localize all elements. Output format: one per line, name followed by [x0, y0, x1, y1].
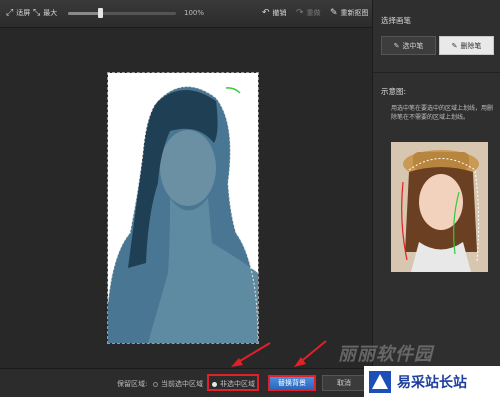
logo-icon	[369, 370, 391, 393]
undo-button[interactable]: ↶ 撤销	[262, 8, 287, 18]
maximize-icon: ⤡	[33, 7, 41, 18]
fit-screen-label: 适屏	[16, 9, 31, 17]
example-description: 用选中笔在要选中的区域上划线，用删除笔在不需要的区域上划线。	[391, 105, 494, 121]
radio-non-selection-label: 非选中区域	[220, 380, 255, 388]
select-pen-button[interactable]: ✎ 选中笔	[381, 36, 436, 55]
select-pen-title: 选择画笔	[381, 16, 411, 25]
cancel-button[interactable]: 取消	[322, 375, 366, 391]
watermark-site: 丽丽软件园	[338, 344, 433, 365]
radio-dot	[212, 381, 217, 387]
undo-icon: ↶	[262, 7, 270, 18]
zoom-value: 100%	[184, 9, 205, 17]
annotation-arrow-right	[294, 340, 327, 367]
max-size-label: 最大	[43, 9, 58, 17]
canvas-area[interactable]	[0, 28, 372, 368]
pen-selector: ✎ 选中笔 ✎ 删除笔	[381, 36, 494, 55]
pen-icon: ✎	[451, 41, 458, 50]
example-title: 示意图:	[381, 87, 407, 96]
radio-current-selection[interactable]: 当前选中区域	[153, 379, 203, 389]
photo-image	[108, 73, 258, 343]
logo-text: 易采站长站	[397, 374, 467, 391]
redraw-label: 重新抠图	[340, 9, 369, 17]
redo-label: 重做	[306, 9, 321, 17]
select-pen-label: 选中笔	[402, 41, 424, 50]
radio-non-selection[interactable]: 非选中区域	[212, 379, 255, 389]
delete-pen-button[interactable]: ✎ 删除笔	[439, 36, 494, 55]
zoom-slider-thumb[interactable]	[98, 8, 104, 18]
redraw-button[interactable]: ✎ 重新抠图	[330, 8, 369, 18]
fit-screen-icon: ⤢	[6, 7, 14, 18]
brush-icon: ✎	[330, 7, 338, 18]
zoom-slider-fill	[68, 12, 101, 15]
watermark-logo: 易采站长站	[364, 366, 500, 397]
radio-dot	[153, 381, 158, 387]
photo-canvas[interactable]	[107, 72, 259, 344]
redo-icon: ↷	[296, 7, 304, 18]
example-image	[391, 142, 488, 272]
face-shape	[160, 130, 216, 206]
top-toolbar: ⤢ 适屏 ⤡ 最大 100% ↶ 撤销 ↷ 重做 ✎ 重新抠图	[0, 0, 372, 28]
right-panel: 选择画笔 ✎ 选中笔 ✎ 删除笔 示意图: 用选中笔在要选中的区域上划线，用删除…	[372, 0, 500, 368]
annotation-arrow-left	[231, 342, 271, 367]
replace-background-button[interactable]: 替换背景	[268, 375, 316, 391]
panel-divider	[373, 72, 500, 73]
delete-pen-label: 删除笔	[460, 41, 482, 50]
redo-button[interactable]: ↷ 重做	[296, 8, 321, 18]
keep-area-label: 保留区域:	[117, 380, 148, 388]
max-size-button[interactable]: ⤡ 最大	[33, 8, 57, 18]
zoom-slider[interactable]	[68, 12, 176, 15]
pen-icon: ✎	[393, 41, 400, 50]
fit-screen-button[interactable]: ⤢ 适屏	[6, 8, 30, 18]
undo-label: 撤销	[272, 9, 287, 17]
radio-current-selection-label: 当前选中区域	[161, 380, 203, 388]
